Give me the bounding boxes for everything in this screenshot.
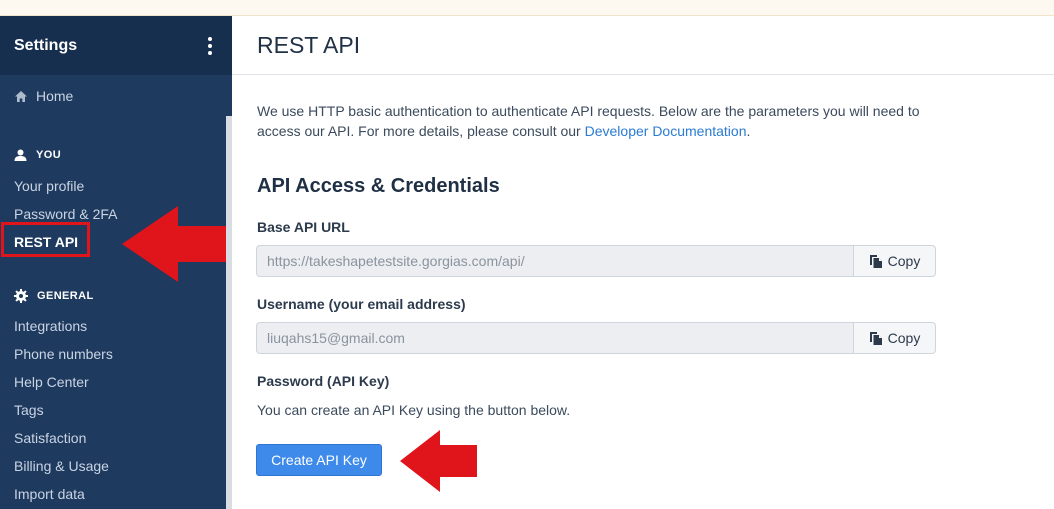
sidebar-item-phone-numbers[interactable]: Phone numbers	[14, 346, 113, 362]
copy-label: Copy	[887, 253, 921, 269]
sidebar-item-label: Home	[36, 88, 74, 104]
create-api-key-button[interactable]: Create API Key	[256, 444, 382, 476]
developer-documentation-link[interactable]: Developer Documentation	[585, 123, 747, 139]
base-url-row: Copy	[256, 245, 936, 277]
sidebar-section-label: GENERAL	[37, 290, 94, 302]
password-helper-text: You can create an API Key using the butt…	[257, 402, 571, 418]
sidebar-item-satisfaction[interactable]: Satisfaction	[14, 430, 86, 446]
main-content: REST API We use HTTP basic authenticatio…	[232, 16, 1054, 509]
sidebar-item-tags[interactable]: Tags	[14, 402, 44, 418]
copy-base-url-button[interactable]: Copy	[853, 245, 936, 277]
copy-icon	[869, 331, 882, 345]
username-row: Copy	[256, 322, 936, 354]
gear-icon	[14, 289, 28, 303]
page-title: REST API	[257, 31, 361, 58]
section-title: API Access & Credentials	[257, 175, 500, 197]
sidebar-header: Settings	[0, 16, 232, 75]
sidebar-section-label: YOU	[36, 149, 62, 161]
sidebar-section-general: GENERAL	[14, 289, 94, 303]
page-header: REST API	[232, 16, 1054, 75]
username-label: Username (your email address)	[257, 296, 466, 312]
sidebar-item-import-data[interactable]: Import data	[14, 486, 85, 502]
base-url-field[interactable]	[256, 245, 853, 277]
copy-icon	[869, 254, 882, 268]
sidebar-item-your-profile[interactable]: Your profile	[14, 178, 84, 194]
sidebar-item-billing-usage[interactable]: Billing & Usage	[14, 458, 109, 474]
annotation-highlight-box	[1, 222, 90, 257]
sidebar-section-you: YOU	[14, 149, 61, 161]
more-options-icon[interactable]	[202, 36, 218, 55]
password-label: Password (API Key)	[257, 373, 390, 389]
annotation-arrow-left	[122, 206, 226, 282]
sidebar-item-help-center[interactable]: Help Center	[14, 374, 89, 390]
intro-paragraph: We use HTTP basic authentication to auth…	[257, 101, 957, 141]
base-url-label: Base API URL	[257, 219, 350, 235]
sidebar-item-integrations[interactable]: Integrations	[14, 318, 87, 334]
home-icon	[15, 90, 27, 102]
sidebar-item-home[interactable]: Home	[14, 88, 73, 104]
intro-end: .	[746, 123, 751, 139]
copy-label: Copy	[887, 330, 921, 346]
username-field[interactable]	[256, 322, 853, 354]
sidebar-title: Settings	[14, 36, 78, 54]
user-icon	[14, 149, 27, 161]
annotation-arrow-left	[400, 430, 477, 492]
top-banner-strip	[0, 0, 1054, 16]
copy-username-button[interactable]: Copy	[853, 322, 936, 354]
sidebar-item-password-2fa[interactable]: Password & 2FA	[14, 206, 118, 222]
